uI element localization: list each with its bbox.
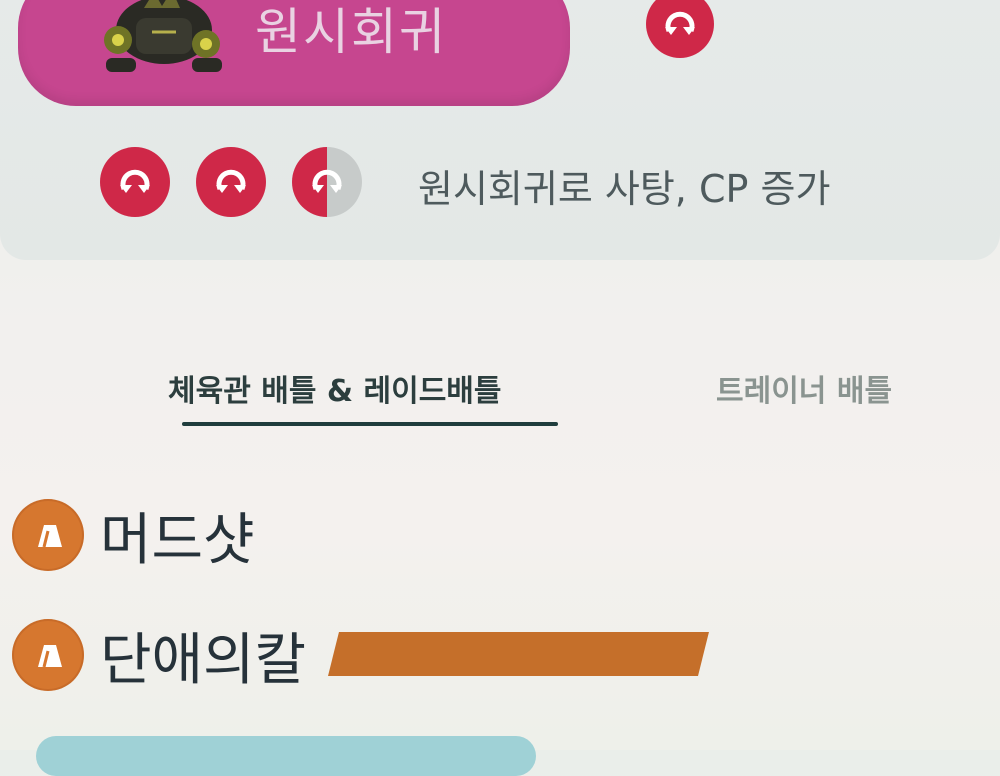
fast-move-row[interactable]: 머드샷 <box>12 498 255 573</box>
evolution-label: 원시회귀 <box>255 3 447 61</box>
primal-energy-partial-icon <box>292 147 362 217</box>
charged-move-energy-bar <box>328 632 709 676</box>
reversion-cost-text: 원시회귀로 사탕, CP 증가 <box>418 167 831 211</box>
pokemon-sprite <box>104 0 222 72</box>
ground-type-icon <box>12 499 84 571</box>
primal-energy-icon <box>196 147 266 217</box>
tab-trainer-battle[interactable]: 트레이너 배틀 <box>716 366 892 410</box>
ground-type-icon <box>12 619 84 691</box>
active-tab-indicator <box>182 422 558 426</box>
charged-move-name: 단애의칼 <box>100 627 307 693</box>
next-card-edge <box>36 736 536 776</box>
primal-energy-icon <box>100 147 170 217</box>
charged-move-row[interactable]: 단애의칼 <box>12 618 306 693</box>
tab-gym-raid-battle[interactable]: 체육관 배틀 & 레이드배틀 <box>168 366 502 410</box>
fast-move-name: 머드샷 <box>100 507 255 573</box>
